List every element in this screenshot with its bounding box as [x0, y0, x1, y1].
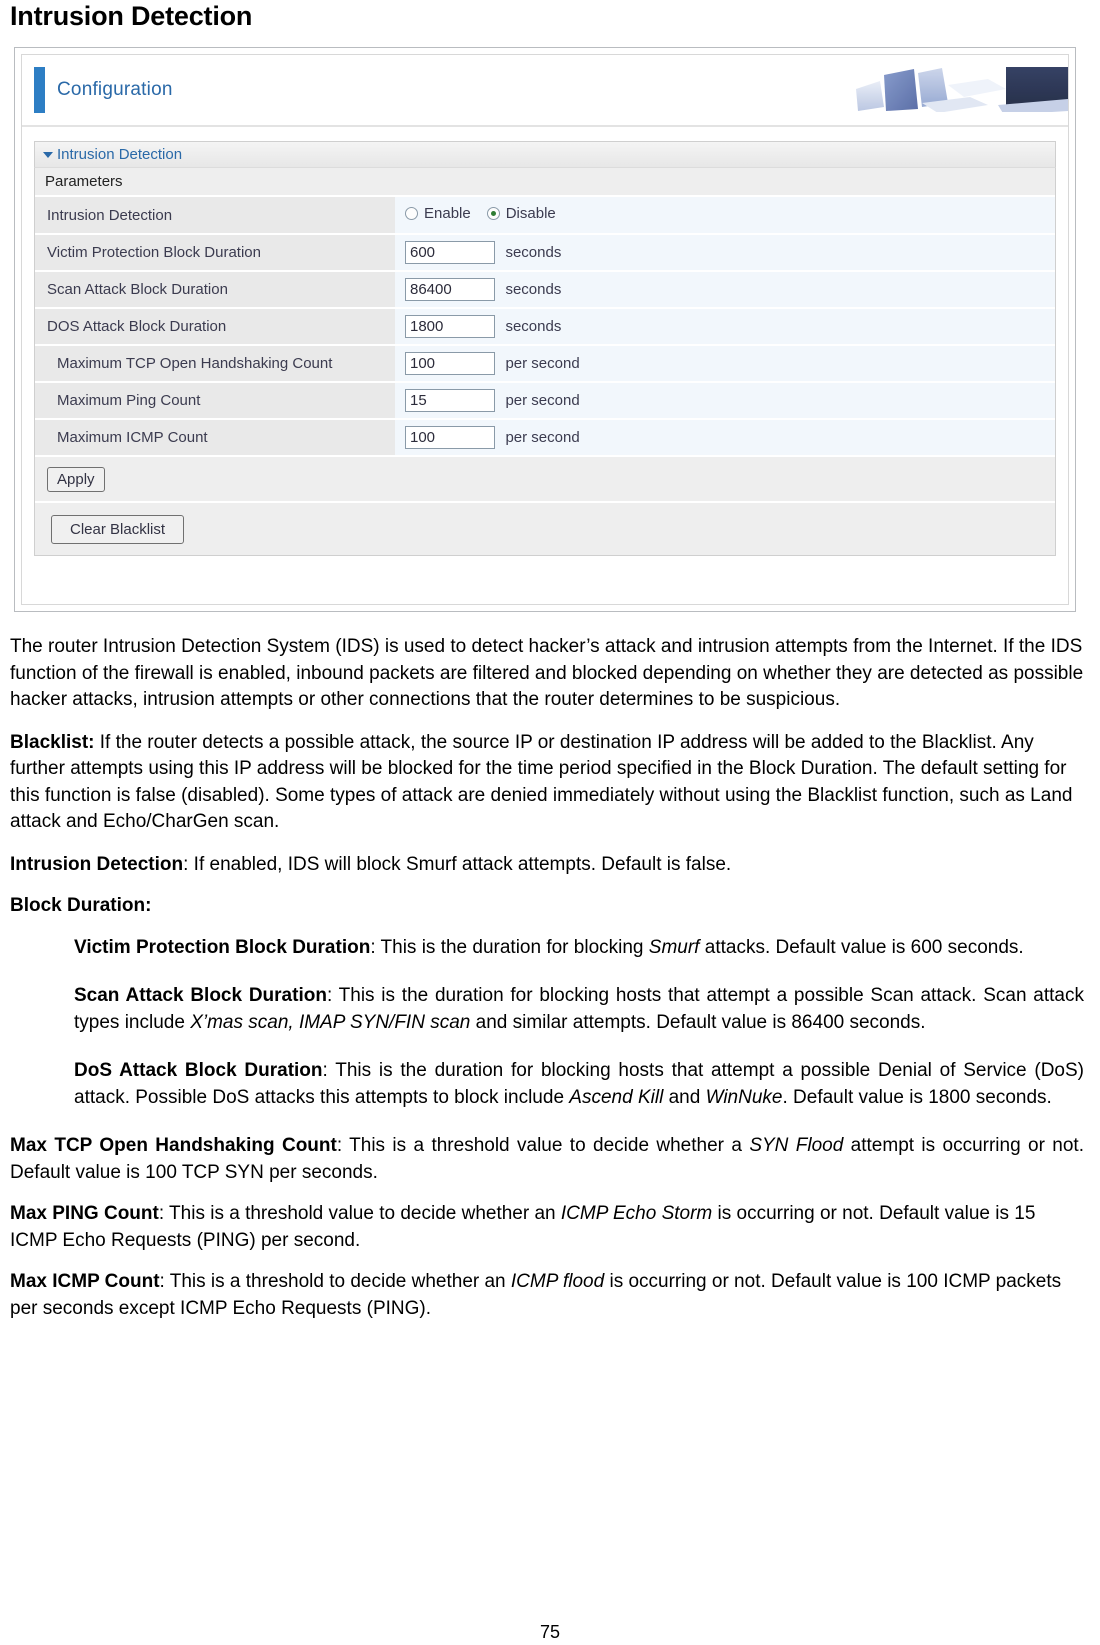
text-intrusion-detection: : If enabled, IDS will block Smurf attac…	[183, 853, 732, 875]
unit-label: seconds	[505, 318, 562, 335]
row-label: DOS Attack Block Duration	[35, 308, 395, 346]
table-row: Maximum Ping Count 15 per second	[35, 382, 1055, 420]
page-number: 75	[539, 1622, 561, 1642]
row-value: 100 per second	[395, 345, 1055, 383]
victim-protection-block-duration-input[interactable]: 600	[405, 241, 495, 264]
text-victim-b: attacks. Default value is 600 seconds.	[699, 936, 1024, 958]
radio-group-intrusion-detection[interactable]: Enable Disable	[405, 205, 572, 222]
term-victim-protection: Victim Protection Block Duration	[74, 936, 371, 958]
paragraph-max-tcp: Max TCP Open Handshaking Count: This is …	[10, 1133, 1084, 1186]
term-max-tcp: Max TCP Open Handshaking Count	[10, 1135, 337, 1156]
term-blacklist: Blacklist:	[10, 731, 95, 753]
max-tcp-open-handshaking-count-input[interactable]: 100	[405, 352, 495, 375]
page-title: Intrusion Detection	[10, 1, 253, 31]
row-label: Maximum ICMP Count	[35, 419, 395, 457]
accent-bar	[34, 67, 45, 113]
parameters-title: Parameters	[35, 168, 1055, 197]
table-row: Intrusion Detection Enable Disable	[35, 197, 1055, 235]
heading-block-duration: Block Duration:	[10, 893, 1084, 920]
row-value: 600 seconds	[395, 234, 1055, 272]
term-dos-attack: DoS Attack Block Duration	[74, 1060, 323, 1081]
em-icmp-echo-storm: ICMP Echo Storm	[560, 1203, 713, 1224]
apply-button-row: Apply	[35, 457, 1055, 503]
row-label: Intrusion Detection	[35, 197, 395, 235]
paragraph-intro: The router Intrusion Detection System (I…	[10, 636, 1084, 710]
screenshot-header: Configuration	[22, 55, 1068, 127]
screenshot-body: Intrusion Detection Parameters Intrusion…	[22, 127, 1068, 568]
prose-content: The router Intrusion Detection System (I…	[6, 634, 1094, 1322]
text-victim-a: : This is the duration for blocking	[370, 936, 649, 958]
paragraph-blacklist: Blacklist: If the router detects a possi…	[10, 730, 1084, 836]
unit-label: per second	[505, 392, 580, 409]
screenshot-frame: Configuration Intrusion Detection Parame…	[21, 54, 1069, 605]
section-header-intrusion-detection[interactable]: Intrusion Detection	[34, 141, 1056, 167]
clear-blacklist-button-row: Clear Blacklist	[35, 503, 1055, 555]
router-ui-screenshot: Configuration Intrusion Detection Parame…	[14, 47, 1076, 612]
em-smurf: Smurf	[648, 936, 700, 958]
radio-enable[interactable]	[405, 207, 418, 220]
text-ping-a: : This is a threshold value to decide wh…	[158, 1203, 561, 1224]
text-blacklist: If the router detects a possible attack,…	[10, 731, 1073, 833]
paragraph-dos-attack: DoS Attack Block Duration: This is the d…	[74, 1058, 1084, 1111]
table-row: Scan Attack Block Duration 86400 seconds	[35, 271, 1055, 309]
row-label: Maximum Ping Count	[35, 382, 395, 420]
text-tcp-a: : This is a threshold value to decide wh…	[336, 1135, 750, 1156]
row-value: 86400 seconds	[395, 271, 1055, 309]
row-value: 1800 seconds	[395, 308, 1055, 346]
row-label: Victim Protection Block Duration	[35, 234, 395, 272]
caret-down-icon[interactable]	[43, 151, 53, 158]
laptops-photo-icon	[838, 59, 1068, 119]
paragraph-max-ping: Max PING Count: This is a threshold valu…	[10, 1201, 1084, 1254]
unit-label: seconds	[505, 244, 562, 261]
max-icmp-count-input[interactable]: 100	[405, 426, 495, 449]
paragraph-max-icmp: Max ICMP Count: This is a threshold to d…	[10, 1269, 1084, 1322]
unit-label: seconds	[505, 281, 562, 298]
row-label: Scan Attack Block Duration	[35, 271, 395, 309]
radio-disable[interactable]	[486, 207, 500, 220]
document-page: Intrusion Detection Configuration Intrus…	[0, 0, 1100, 1645]
text-dos-b: and	[663, 1086, 706, 1108]
row-value: 15 per second	[395, 382, 1055, 420]
unit-label: per second	[505, 429, 580, 446]
text-dos-c: . Default value is 1800 seconds.	[782, 1086, 1052, 1108]
row-label: Maximum TCP Open Handshaking Count	[35, 345, 395, 383]
em-scan-types: X’mas scan, IMAP SYN/FIN scan	[190, 1011, 471, 1033]
paragraph-intrusion-detection: Intrusion Detection: If enabled, IDS wil…	[10, 852, 1084, 879]
dos-attack-block-duration-input[interactable]: 1800	[405, 315, 495, 338]
scan-attack-block-duration-input[interactable]: 86400	[405, 278, 495, 301]
text-icmp-a: : This is a threshold to decide whether …	[159, 1271, 511, 1292]
radio-enable-label: Enable	[424, 205, 471, 222]
max-ping-count-input[interactable]: 15	[405, 389, 495, 412]
apply-button[interactable]: Apply	[47, 466, 105, 492]
configuration-label: Configuration	[57, 79, 173, 100]
unit-label: per second	[505, 355, 580, 372]
paragraph-scan-attack: Scan Attack Block Duration: This is the …	[74, 983, 1084, 1036]
clear-blacklist-button[interactable]: Clear Blacklist	[51, 514, 185, 544]
term-max-ping: Max PING Count	[10, 1203, 159, 1224]
table-row: Maximum ICMP Count 100 per second	[35, 419, 1055, 457]
table-row: Maximum TCP Open Handshaking Count 100 p…	[35, 345, 1055, 383]
em-winnuke: WinNuke	[705, 1086, 783, 1108]
table-row: Victim Protection Block Duration 600 sec…	[35, 234, 1055, 272]
term-block-duration: Block Duration:	[10, 895, 152, 916]
section-title: Intrusion Detection	[57, 146, 183, 163]
em-icmp-flood: ICMP flood	[510, 1271, 605, 1292]
paragraph-victim-protection: Victim Protection Block Duration: This i…	[74, 935, 1084, 962]
em-ascend-kill: Ascend Kill	[569, 1086, 664, 1108]
text-scan-b: and similar attempts. Default value is 8…	[470, 1011, 926, 1033]
row-value: Enable Disable	[395, 197, 1055, 235]
term-scan-attack: Scan Attack Block Duration	[74, 985, 327, 1006]
parameters-table: Intrusion Detection Enable Disable Victi…	[35, 197, 1055, 457]
section-body: Parameters Intrusion Detection Enable Di…	[34, 167, 1056, 556]
radio-disable-label: Disable	[505, 205, 556, 222]
row-value: 100 per second	[395, 419, 1055, 457]
term-max-icmp: Max ICMP Count	[10, 1271, 160, 1292]
table-row: DOS Attack Block Duration 1800 seconds	[35, 308, 1055, 346]
em-syn-flood: SYN Flood	[749, 1135, 844, 1156]
term-intrusion-detection: Intrusion Detection	[10, 853, 184, 875]
